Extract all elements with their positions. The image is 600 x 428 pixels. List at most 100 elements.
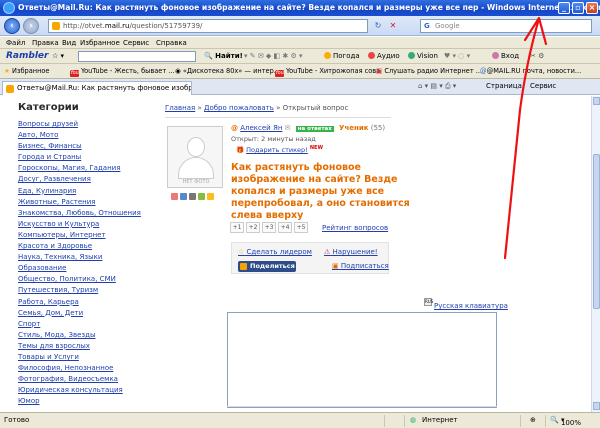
page-menu[interactable]: Страница: [486, 82, 522, 90]
sidebar-category-link[interactable]: Юридическая консультация: [18, 385, 158, 396]
rambler-logo[interactable]: Rambler: [6, 51, 48, 61]
sidebar-category-link[interactable]: Вопросы друзей: [18, 119, 158, 130]
sidebar-category-link[interactable]: Общество, Политика, СМИ: [18, 274, 158, 285]
agent-icon[interactable]: [171, 193, 178, 200]
sidebar-category-link[interactable]: Гороскопы, Магия, Гадания: [18, 163, 158, 174]
sidebar-category-link[interactable]: Компьютеры, Интернет: [18, 230, 158, 241]
question-text: Как растянуть фоновое изображение на сай…: [231, 162, 410, 221]
gift-sticker-link[interactable]: Подарить стикер!: [246, 146, 308, 154]
sidebar-category-link[interactable]: Наука, Техника, Языки: [18, 252, 158, 263]
sidebar-category-link[interactable]: Искусство и Культура: [18, 219, 158, 230]
breadcrumb-home[interactable]: Главная: [165, 104, 195, 112]
close-button[interactable]: ×: [586, 2, 598, 14]
violation-link[interactable]: ⚠ Нарушение!: [324, 248, 378, 256]
address-row: ‹ › http://otvet.mail.ru/question/517597…: [0, 16, 600, 36]
sidebar-category-link[interactable]: Спорт: [18, 319, 158, 330]
weather-button[interactable]: Погода: [324, 52, 360, 60]
answer-textarea[interactable]: [228, 313, 496, 407]
rate-plus5-button[interactable]: +5: [294, 222, 308, 233]
avatar[interactable]: НЕТ ФОТО: [167, 126, 223, 188]
rambler-find-button[interactable]: 🔍 Найти!: [204, 52, 243, 60]
search-input[interactable]: G Google: [420, 19, 592, 33]
user-icon: [492, 52, 499, 59]
google-icon: G: [424, 22, 430, 30]
scroll-thumb[interactable]: [593, 154, 600, 309]
star-icon[interactable]: ☆ ▾: [52, 52, 64, 60]
tools-menu[interactable]: Сервис: [530, 82, 556, 90]
back-button[interactable]: ‹: [4, 18, 20, 34]
sidebar-category-link[interactable]: Темы для взрослых: [18, 341, 158, 352]
login-button[interactable]: Вход: [492, 52, 519, 60]
menu-file[interactable]: Файл: [6, 39, 25, 47]
people-icon[interactable]: [180, 193, 187, 200]
sidebar-category-link[interactable]: Еда, Кулинария: [18, 186, 158, 197]
menu-help[interactable]: Справка: [156, 39, 187, 47]
scroll-up-button[interactable]: [593, 97, 600, 105]
rating-link[interactable]: Рейтинг вопросов: [322, 224, 388, 232]
address-bar[interactable]: http://otvet.mail.ru/question/51759739/: [48, 19, 368, 33]
maximize-button[interactable]: ▫: [572, 2, 584, 14]
favorite-item[interactable]: ◉ «Дискотека 80х» — интер...: [175, 67, 280, 75]
share-button[interactable]: Поделиться: [238, 261, 296, 272]
menu-edit[interactable]: Правка: [32, 39, 59, 47]
rate-plus3-button[interactable]: +3: [262, 222, 276, 233]
sidebar-category-link[interactable]: Стиль, Мода, Звезды: [18, 330, 158, 341]
share-icon: [240, 263, 247, 270]
menu-favorites[interactable]: Избранное: [80, 39, 120, 47]
video-icon[interactable]: [198, 193, 205, 200]
sidebar-category-link[interactable]: Юмор: [18, 396, 158, 407]
sidebar-category-link[interactable]: Города и Страны: [18, 152, 158, 163]
browser-tab[interactable]: Ответы@Mail.Ru: Как растянуть фоновое из…: [2, 81, 192, 95]
favorite-item[interactable]: You YouTube - Хитрожопая сова: [275, 67, 380, 77]
avatar-head: [187, 137, 205, 157]
minimize-button[interactable]: _: [558, 2, 570, 14]
rate-plus1-button[interactable]: +1: [230, 222, 244, 233]
blog-icon[interactable]: [207, 193, 214, 200]
menu-view[interactable]: Вид: [62, 39, 76, 47]
forward-button[interactable]: ›: [23, 18, 39, 34]
sidebar-category-link[interactable]: Бизнес, Финансы: [18, 141, 158, 152]
author-rank: Ученик: [339, 124, 369, 132]
breadcrumb-welcome[interactable]: Добро пожаловать: [204, 104, 274, 112]
photo-icon[interactable]: [189, 193, 196, 200]
rate-plus4-button[interactable]: +4: [278, 222, 292, 233]
rambler-search-input[interactable]: [78, 51, 196, 62]
vertical-scrollbar[interactable]: [591, 96, 600, 412]
russian-keyboard-link[interactable]: Русская клавиатура: [434, 302, 508, 310]
favorites-button[interactable]: ★ Избранное: [4, 67, 49, 75]
sidebar-category-link[interactable]: Животные, Растения: [18, 197, 158, 208]
youtube-icon: You: [70, 70, 79, 77]
audio-button[interactable]: Аудио: [368, 52, 400, 60]
vision-button[interactable]: Vision: [408, 52, 438, 60]
sidebar-category-link[interactable]: Знакомства, Любовь, Отношения: [18, 208, 158, 219]
favorite-item[interactable]: @@MAIL.RU почта, новости...: [480, 67, 581, 75]
mail-icon[interactable]: ✉: [285, 124, 291, 132]
sidebar-category-link[interactable]: Красота и Здоровье: [18, 241, 158, 252]
sidebar-category-link[interactable]: Товары и Услуги: [18, 352, 158, 363]
sidebar-category-link[interactable]: Работа, Карьера: [18, 297, 158, 308]
subscribe-link[interactable]: ▣ Подписаться: [332, 262, 389, 270]
sidebar-category-link[interactable]: Досуг, Развлечения: [18, 174, 158, 185]
sidebar-category-link[interactable]: Фотография, Видеосъемка: [18, 374, 158, 385]
home-icon[interactable]: ⌂ ▾ ▤ ▾ ⎙ ▾: [418, 82, 456, 91]
star-icon: ★: [4, 67, 10, 75]
refresh-icon[interactable]: ↻: [373, 21, 383, 31]
scroll-down-button[interactable]: [593, 402, 600, 410]
favorite-item[interactable]: You YouTube - Жесть, бывает ...: [70, 67, 175, 77]
toolbar-icons[interactable]: ▾ ✎ ✉ ◆ ◧ ✱ ⚙ ▾: [244, 52, 302, 60]
stop-icon[interactable]: ✕: [388, 21, 398, 31]
author-link[interactable]: Алексей Ян: [240, 124, 282, 132]
sidebar-category-link[interactable]: Путешествия, Туризм: [18, 285, 158, 296]
extra-icons[interactable]: ♥ ▾ ◌ ▾: [444, 52, 470, 60]
make-leader-link[interactable]: ☆ Сделать лидером: [238, 248, 312, 256]
favorite-item[interactable]: ▣ Слушать радио Интернет ...: [376, 67, 482, 75]
rate-plus2-button[interactable]: +2: [246, 222, 260, 233]
zoom-control[interactable]: 🔍 100% ▾: [550, 416, 581, 427]
sidebar-category-link[interactable]: Семья, Дом, Дети: [18, 308, 158, 319]
sidebar-category-link[interactable]: Философия, Непознанное: [18, 363, 158, 374]
settings-icon[interactable]: ✂ ⚙: [530, 52, 544, 60]
opened-time: Открыт: 2 минуты назад: [231, 135, 316, 143]
sidebar-category-link[interactable]: Авто, Мото: [18, 130, 158, 141]
menu-tools[interactable]: Сервис: [123, 39, 149, 47]
sidebar-category-link[interactable]: Образование: [18, 263, 158, 274]
